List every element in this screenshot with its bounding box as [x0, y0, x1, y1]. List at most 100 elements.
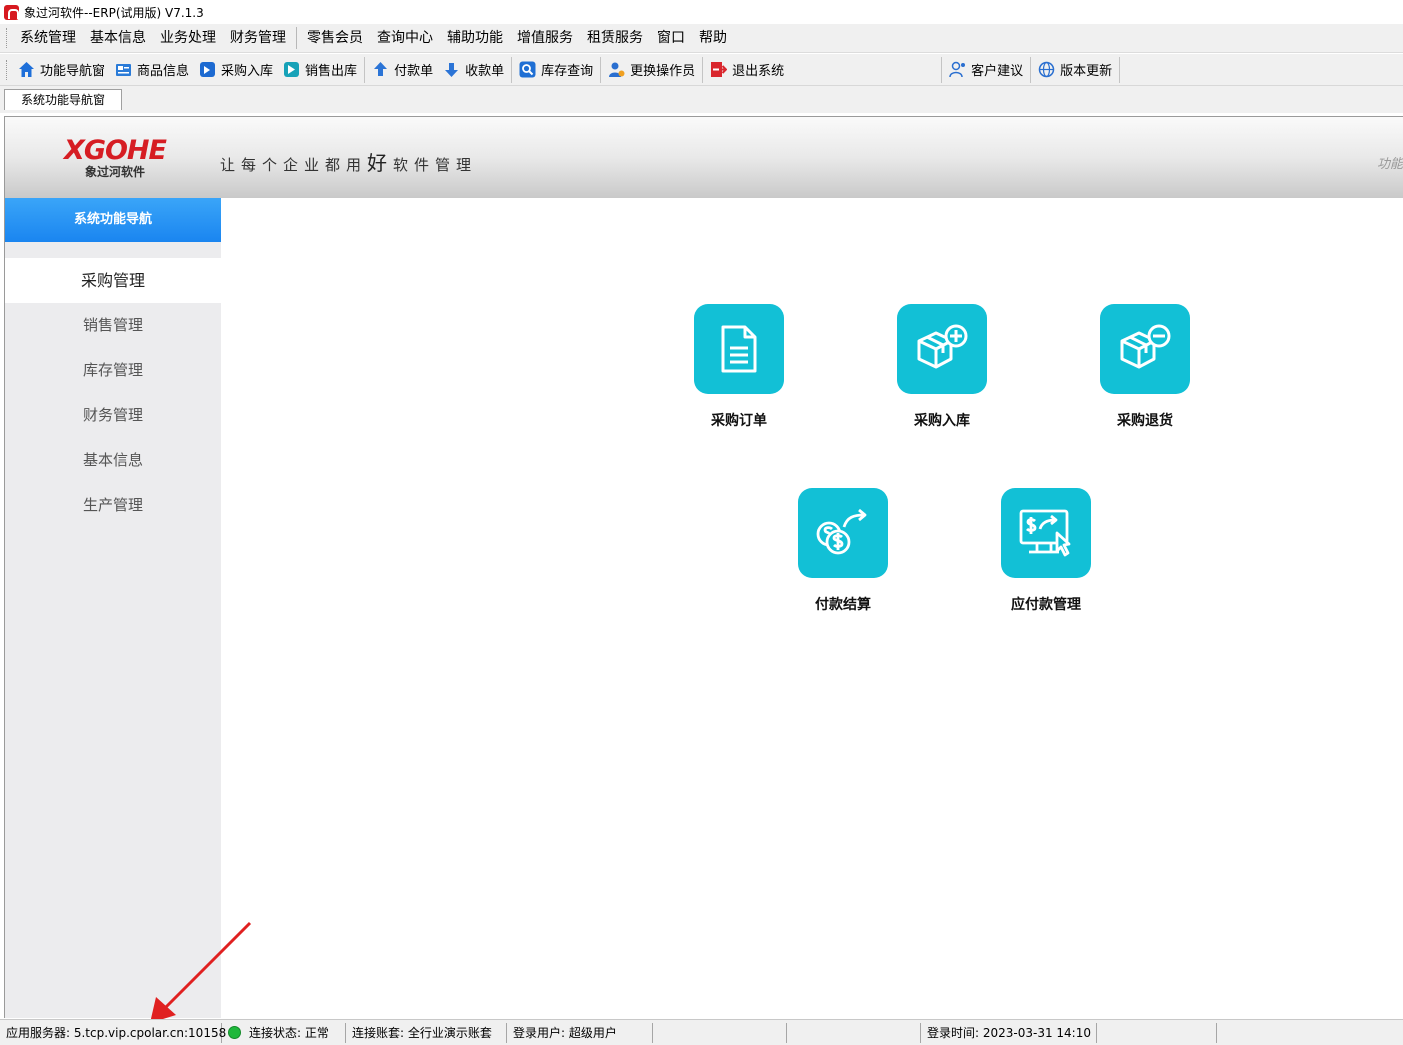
status-empty-3: [1097, 1022, 1217, 1043]
payment-label: 付款单: [394, 64, 434, 79]
sidebar-header: 系统功能导航: [5, 198, 221, 242]
sidebar-item-basic-info[interactable]: 基本信息: [5, 438, 221, 483]
menu-business[interactable]: 业务处理: [153, 24, 223, 53]
toolbar-separator: [600, 56, 602, 83]
toolbar-separator: [511, 56, 513, 83]
purchase-return-label: 采购退货: [1117, 413, 1173, 429]
purchase-in-tile[interactable]: 采购入库: [882, 304, 1002, 430]
brand-logo-subtitle: 象过河软件: [84, 165, 145, 179]
menu-grip: [6, 28, 9, 48]
toolbar-separator: [941, 56, 943, 83]
status-account: 连接账套: 全行业演示账套: [346, 1022, 507, 1043]
function-panel: 采购订单 采购入库 采购退货 付款结算 应付款管理: [221, 198, 1403, 1018]
menu-query-center[interactable]: 查询中心: [370, 24, 440, 53]
payables-management-tile[interactable]: 应付款管理: [986, 488, 1106, 614]
sidebar-item-purchase[interactable]: 采购管理: [5, 258, 221, 303]
nav-window-button[interactable]: 功能导航窗: [13, 56, 110, 84]
status-empty-1: [653, 1022, 787, 1043]
payment-settlement-tile[interactable]: 付款结算: [783, 488, 903, 614]
slogan: 让每个企业都用好软件管理: [220, 147, 477, 176]
window-title: 象过河软件--ERP(试用版) V7.1.3: [24, 5, 204, 20]
status-server: 应用服务器: 5.tcp.vip.cpolar.cn:10158: [0, 1022, 226, 1043]
app-logo-icon: [4, 4, 19, 20]
menu-system[interactable]: 系统管理: [13, 24, 83, 53]
exit-system-label: 退出系统: [732, 64, 785, 79]
home-icon: [18, 61, 35, 78]
status-bar: 应用服务器: 5.tcp.vip.cpolar.cn:10158 连接状态: 正…: [0, 1019, 1403, 1045]
receipt-button[interactable]: 收款单: [438, 56, 509, 84]
menu-retail-member[interactable]: 零售会员: [300, 24, 370, 53]
status-connection-text: 连接状态: 正常: [249, 1025, 329, 1040]
stock-query-label: 库存查询: [541, 64, 594, 79]
document-tab-strip: 系统功能导航窗: [0, 86, 1403, 113]
sales-out-label: 销售出库: [305, 64, 358, 79]
goods-info-label: 商品信息: [137, 64, 190, 79]
version-update-label: 版本更新: [1060, 64, 1113, 79]
version-update-button[interactable]: 版本更新: [1033, 56, 1117, 84]
purchase-in-button[interactable]: 采购入库: [194, 56, 278, 84]
box-plus-icon: [897, 304, 987, 394]
menu-separator: [296, 27, 297, 49]
receipt-label: 收款单: [465, 64, 505, 79]
menu-rental[interactable]: 租赁服务: [580, 24, 650, 53]
purchase-in-label: 采购入库: [221, 64, 274, 79]
purchase-in-icon: [199, 61, 216, 78]
status-user: 登录用户: 超级用户: [507, 1022, 653, 1043]
payment-button[interactable]: 付款单: [367, 56, 438, 84]
stock-query-button[interactable]: 库存查询: [514, 56, 598, 84]
purchase-in-label: 采购入库: [914, 413, 970, 429]
toolbar: 功能导航窗 商品信息 采购入库 销售出库 付款单 收款单 库存查询 更换操作员 …: [0, 54, 1403, 86]
purchase-order-tile[interactable]: 采购订单: [679, 304, 799, 430]
toolbar-separator: [1030, 56, 1032, 83]
menu-help[interactable]: 帮助: [692, 24, 734, 53]
menu-value-added[interactable]: 增值服务: [510, 24, 580, 53]
menu-basic-info[interactable]: 基本信息: [83, 24, 153, 53]
purchase-order-label: 采购订单: [711, 413, 767, 429]
toolbar-separator: [702, 56, 704, 83]
brand-logo: XGOHE 象过河软件: [50, 135, 180, 180]
customer-feedback-label: 客户建议: [971, 64, 1024, 79]
nav-window-label: 功能导航窗: [40, 64, 106, 79]
tab-function-nav[interactable]: 系统功能导航窗: [4, 89, 122, 110]
menu-auxiliary[interactable]: 辅助功能: [440, 24, 510, 53]
sidebar-item-sales[interactable]: 销售管理: [5, 303, 221, 348]
sidebar-item-production[interactable]: 生产管理: [5, 483, 221, 528]
document-icon: [694, 304, 784, 394]
receipt-icon: [443, 61, 460, 78]
toolbar-separator: [1119, 56, 1121, 83]
toolbar-grip: [6, 59, 9, 80]
search-icon: [519, 61, 536, 78]
goods-info-button[interactable]: 商品信息: [110, 56, 194, 84]
exit-icon: [710, 61, 728, 78]
sidebar-item-inventory[interactable]: 库存管理: [5, 348, 221, 393]
switch-operator-button[interactable]: 更换操作员: [603, 56, 700, 84]
monitor-payment-icon: [1001, 488, 1091, 578]
header-banner: XGOHE 象过河软件 让每个企业都用好软件管理 功能: [5, 117, 1403, 198]
menu-bar: 系统管理 基本信息 业务处理 财务管理 零售会员 查询中心 辅助功能 增值服务 …: [0, 24, 1403, 53]
banner-right-text: 功能: [1376, 157, 1403, 172]
menu-window[interactable]: 窗口: [650, 24, 692, 53]
user-feedback-icon: [949, 61, 966, 78]
brand-logo-text: XGOHE: [64, 135, 167, 166]
sales-out-icon: [283, 61, 300, 78]
goods-icon: [115, 61, 132, 78]
globe-icon: [1038, 61, 1055, 78]
connection-ok-icon: [228, 1026, 241, 1039]
status-connection: 连接状态: 正常: [222, 1022, 346, 1043]
sidebar: 系统功能导航 采购管理 销售管理 库存管理 财务管理 基本信息 生产管理: [5, 198, 221, 1018]
slogan-part-2: 软件管理: [393, 156, 478, 174]
slogan-emphasis: 好: [367, 151, 394, 175]
toolbar-separator: [364, 56, 366, 83]
customer-feedback-button[interactable]: 客户建议: [944, 56, 1028, 84]
title-bar: 象过河软件--ERP(试用版) V7.1.3: [0, 0, 1403, 24]
purchase-return-tile[interactable]: 采购退货: [1085, 304, 1205, 430]
status-login-time: 登录时间: 2023-03-31 14:10: [921, 1022, 1097, 1043]
menu-finance[interactable]: 财务管理: [223, 24, 293, 53]
exit-system-button[interactable]: 退出系统: [705, 56, 789, 84]
coins-transfer-icon: [798, 488, 888, 578]
slogan-part-1: 让每个企业都用: [220, 156, 368, 174]
box-minus-icon: [1100, 304, 1190, 394]
sidebar-item-finance[interactable]: 财务管理: [5, 393, 221, 438]
payables-management-label: 应付款管理: [1011, 597, 1081, 613]
sales-out-button[interactable]: 销售出库: [278, 56, 362, 84]
